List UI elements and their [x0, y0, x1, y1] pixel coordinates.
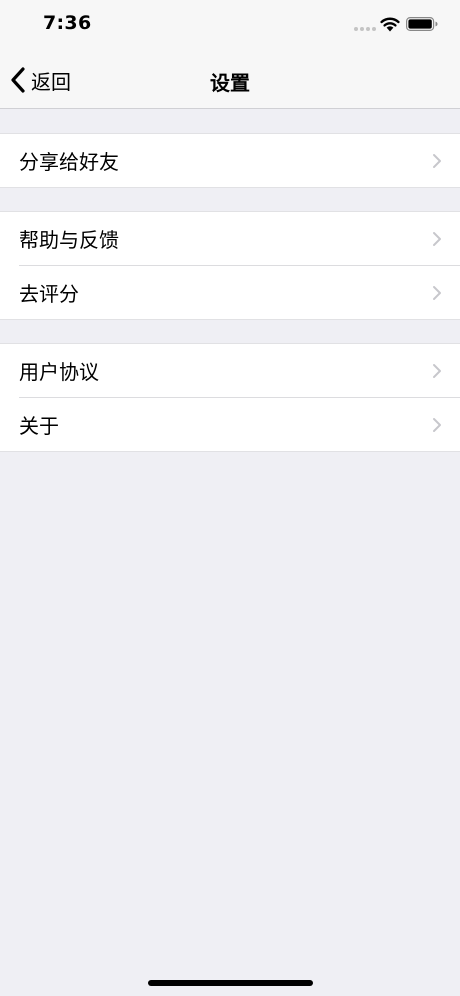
- chevron-right-icon: [433, 286, 441, 300]
- settings-row-rate[interactable]: 去评分: [19, 265, 460, 319]
- signal-dots-icon: [354, 27, 376, 31]
- settings-row-label: 帮助与反馈: [19, 228, 119, 252]
- home-indicator[interactable]: [148, 980, 313, 986]
- settings-row-label: 去评分: [19, 282, 79, 306]
- settings-row-label: 分享给好友: [19, 150, 119, 174]
- settings-row-user-agreement[interactable]: 用户协议: [0, 344, 460, 397]
- settings-row-help-feedback[interactable]: 帮助与反馈: [0, 212, 460, 265]
- chevron-right-icon: [433, 232, 441, 246]
- settings-group-feedback: 帮助与反馈 去评分: [0, 211, 460, 320]
- chevron-right-icon: [433, 418, 441, 432]
- status-time: 7:36: [43, 12, 92, 34]
- settings-row-about[interactable]: 关于: [19, 397, 460, 451]
- wifi-icon: [380, 17, 400, 32]
- settings-row-label: 用户协议: [19, 360, 99, 384]
- status-bar: 7:36: [0, 0, 460, 50]
- page-title: 设置: [210, 71, 250, 95]
- settings-row-label: 关于: [19, 414, 59, 438]
- chevron-right-icon: [433, 154, 441, 168]
- settings-row-share[interactable]: 分享给好友: [0, 134, 460, 187]
- chevron-right-icon: [433, 364, 441, 378]
- settings-group-share: 分享给好友: [0, 133, 460, 188]
- navigation-bar: 返回 设置: [0, 50, 460, 109]
- battery-icon: [406, 17, 438, 31]
- settings-group-about: 用户协议 关于: [0, 343, 460, 452]
